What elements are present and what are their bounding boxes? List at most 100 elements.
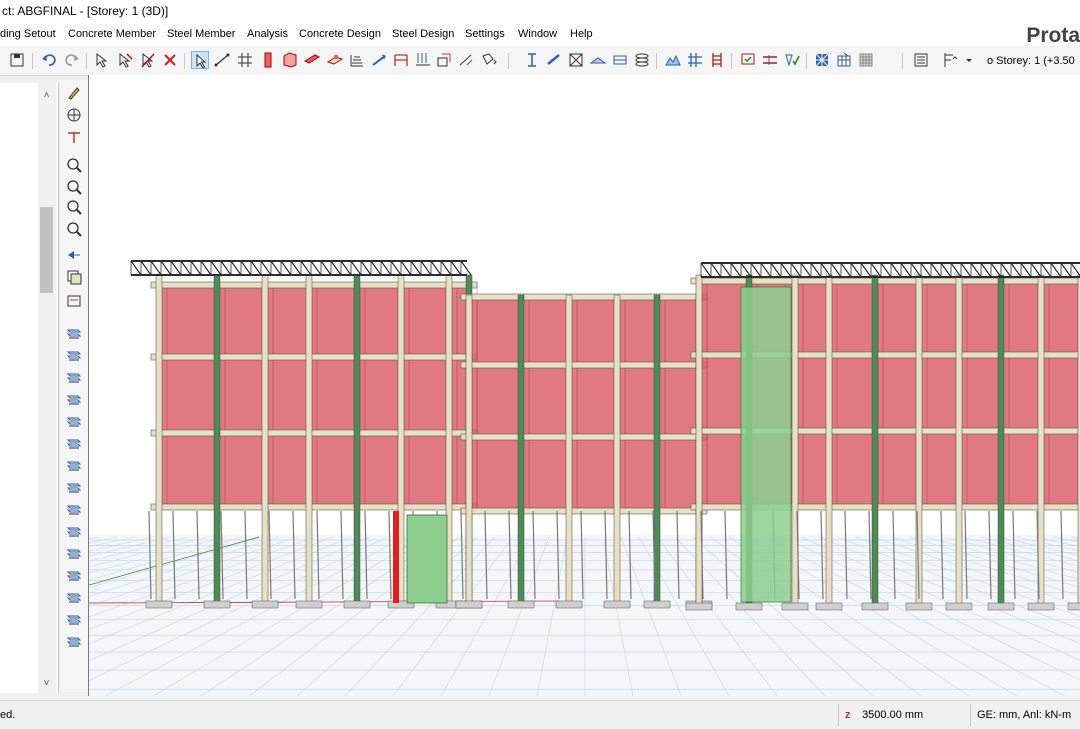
column — [155, 274, 163, 604]
storey-grid-icon[interactable] — [835, 51, 853, 69]
floor-slab — [150, 281, 478, 289]
storey-2-icon[interactable] — [65, 346, 83, 364]
footing-icon[interactable] — [589, 51, 607, 69]
truss-icon[interactable] — [567, 51, 585, 69]
roof-truss — [700, 262, 1080, 278]
column — [261, 274, 269, 604]
3d-viewport[interactable] — [88, 75, 1080, 696]
design-icon[interactable] — [708, 51, 726, 69]
view-grid-icon[interactable] — [857, 51, 875, 69]
delete-icon[interactable] — [161, 51, 179, 69]
pencil-icon[interactable] — [65, 84, 83, 102]
footing — [781, 602, 809, 611]
target-icon[interactable] — [65, 106, 83, 124]
zoom-icon[interactable] — [65, 156, 83, 174]
column — [353, 274, 361, 604]
elevation-icon: z — [845, 709, 851, 721]
storey-15-icon[interactable] — [65, 632, 83, 650]
footing — [203, 600, 231, 609]
line-icon[interactable] — [213, 51, 231, 69]
storey-dropdown-icon[interactable] — [960, 51, 978, 69]
storey-1-icon[interactable] — [65, 324, 83, 342]
deselect-icon[interactable] — [139, 51, 157, 69]
pointer-icon[interactable] — [191, 51, 209, 69]
pan-icon[interactable] — [65, 246, 83, 264]
storey-3-icon[interactable] — [65, 368, 83, 386]
status-bar: ed. z 3500.00 mm GE: mm, Anl: kN-m — [0, 700, 1080, 729]
floor-slab — [460, 433, 708, 441]
brace-icon[interactable] — [370, 51, 388, 69]
storey-4-icon[interactable] — [65, 390, 83, 408]
storey-13-icon[interactable] — [65, 588, 83, 606]
storey-14-icon[interactable] — [65, 610, 83, 628]
load-icon[interactable] — [414, 51, 432, 69]
steel-column-icon[interactable] — [479, 51, 497, 69]
window-title: ct: ABGFINAL - [Storey: 1 (3D)] — [0, 0, 1080, 22]
storey-5-icon[interactable] — [65, 412, 83, 430]
zoom-in-icon[interactable] — [65, 198, 83, 216]
slab-icon[interactable] — [326, 51, 344, 69]
storey-9-icon[interactable] — [65, 500, 83, 518]
pile-icon[interactable] — [611, 51, 629, 69]
zoom-window-icon[interactable] — [65, 220, 83, 238]
grid-icon[interactable] — [236, 51, 254, 69]
axis-icon[interactable] — [65, 128, 83, 146]
select-icon[interactable] — [93, 51, 111, 69]
menu-steel-member[interactable]: Steel Member — [167, 22, 235, 46]
table-icon[interactable] — [783, 51, 801, 69]
menu-steel-design[interactable]: Steel Design — [392, 22, 454, 46]
elevation-readout: z 3500.00 mm — [838, 704, 968, 726]
footing — [555, 600, 583, 609]
menu-building-setout[interactable]: ding Setout — [0, 22, 56, 46]
storey-10-icon[interactable] — [65, 522, 83, 540]
infill-wall — [469, 365, 699, 437]
menu-window[interactable]: Window — [518, 22, 557, 46]
scroll-up-icon[interactable]: ˄ — [40, 89, 53, 103]
frame-icon[interactable] — [392, 51, 410, 69]
menu-analysis[interactable]: Analysis — [247, 22, 288, 46]
storey-8-icon[interactable] — [65, 478, 83, 496]
view-toolbar — [60, 80, 88, 692]
storey-7-icon[interactable] — [65, 456, 83, 474]
footing — [905, 602, 933, 611]
redo-icon[interactable] — [63, 51, 81, 69]
column — [825, 274, 833, 606]
elevation-value: 3500.00 mm — [862, 709, 924, 721]
wall-icon[interactable] — [281, 51, 299, 69]
section-icon[interactable] — [435, 51, 453, 69]
dimension-icon[interactable] — [457, 51, 475, 69]
storey-6-icon[interactable] — [65, 434, 83, 452]
undo-icon[interactable] — [40, 51, 58, 69]
roof-truss — [130, 260, 472, 276]
column — [695, 274, 703, 606]
rotate-icon[interactable] — [65, 178, 83, 196]
panel-scrollbar[interactable] — [38, 83, 56, 693]
menu-help[interactable]: Help — [570, 22, 593, 46]
steel-brace-icon[interactable] — [545, 51, 563, 69]
menu-concrete-member[interactable]: Concrete Member — [68, 22, 156, 46]
check-icon[interactable] — [686, 51, 704, 69]
storey-11-icon[interactable] — [65, 544, 83, 562]
roof-icon[interactable] — [633, 51, 651, 69]
properties-icon[interactable] — [813, 51, 831, 69]
building-3d-model[interactable] — [89, 75, 1080, 696]
verify-icon[interactable] — [739, 51, 757, 69]
ladder-icon[interactable] — [664, 51, 682, 69]
menu-concrete-design[interactable]: Concrete Design — [299, 22, 381, 46]
list-icon[interactable] — [912, 51, 930, 69]
stair-icon[interactable] — [348, 51, 366, 69]
view-icon[interactable] — [65, 292, 83, 310]
storey-select-icon[interactable] — [940, 51, 958, 69]
menu-settings[interactable]: Settings — [465, 22, 505, 46]
column-icon[interactable] — [259, 51, 277, 69]
storey-indicator[interactable]: o Storey: 1 (+3.50 — [987, 47, 1075, 75]
steel-beam-icon[interactable] — [523, 51, 541, 69]
scroll-thumb[interactable] — [40, 207, 53, 293]
mesh-icon[interactable] — [761, 51, 779, 69]
save-icon[interactable] — [8, 51, 26, 69]
storey-12-icon[interactable] — [65, 566, 83, 584]
select-filter-icon[interactable] — [116, 51, 134, 69]
layers-icon[interactable] — [65, 268, 83, 286]
scroll-down-icon[interactable]: ˅ — [40, 677, 53, 691]
beam-icon[interactable] — [303, 51, 321, 69]
